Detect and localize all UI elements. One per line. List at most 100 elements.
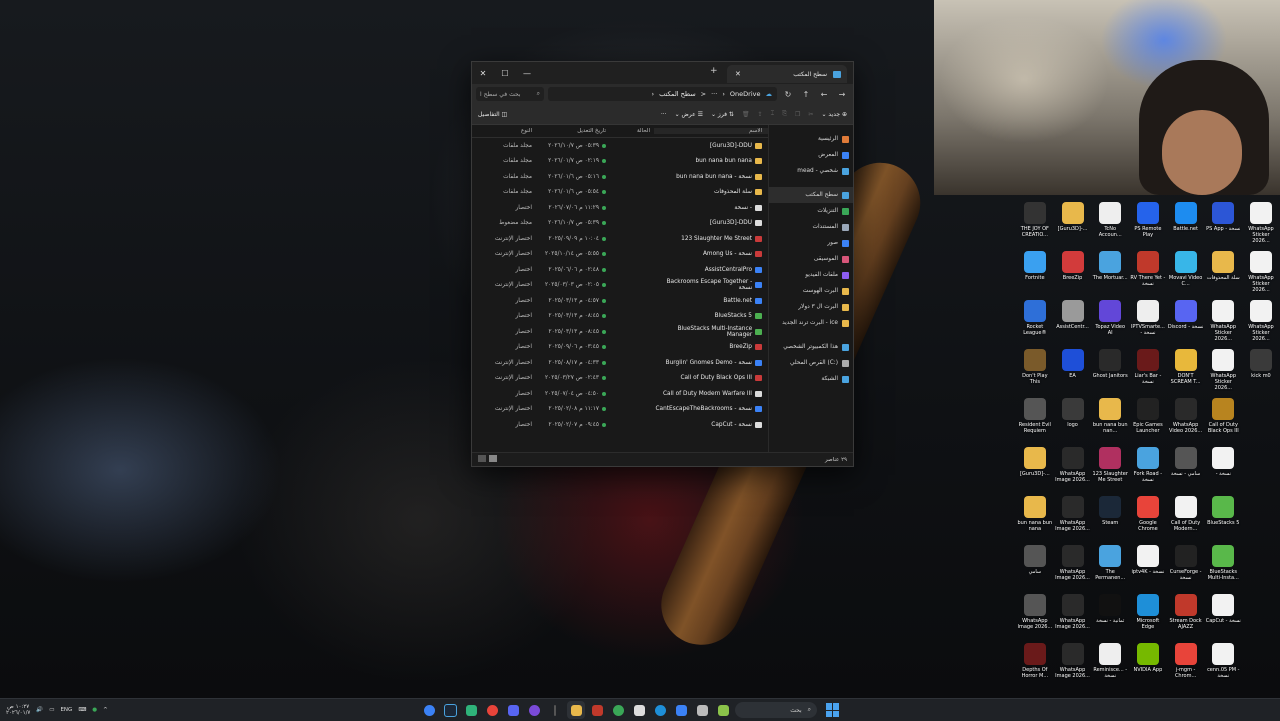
desktop-icon[interactable]: The Permanen... — [1091, 543, 1129, 592]
desktop-icon[interactable]: EA — [1054, 347, 1092, 396]
tray-overflow-icon[interactable]: ^ — [103, 707, 108, 713]
desktop-icon[interactable]: Liar's Bar - نسخة — [1129, 347, 1167, 396]
taskbar-app-discord[interactable] — [504, 701, 522, 719]
desktop-icon[interactable]: BreeZip — [1054, 249, 1092, 298]
desktop-icon[interactable]: Google Chrome — [1129, 494, 1167, 543]
desktop-icon[interactable]: CapCut - نسخة — [1204, 592, 1242, 641]
desktop-icon[interactable]: Fortnite — [1016, 249, 1054, 298]
desktop-icon[interactable]: WhatsApp Sticker 2026... — [1204, 298, 1242, 347]
file-name[interactable]: [Guru3D]-DDU — [654, 142, 768, 149]
sidebar-item-folder[interactable]: البرت ال ٣ دولار — [769, 299, 853, 315]
language-indicator[interactable]: ENG — [60, 707, 72, 713]
sidebar-item-folder[interactable]: البرت ترند الجديد - ice — [769, 315, 853, 331]
desktop-icon[interactable]: THE JOY OF CREATIO... — [1016, 200, 1054, 249]
view-button[interactable]: ⌄ عرض ☰ — [675, 111, 703, 118]
desktop-icon[interactable]: ثمانية - نسخة — [1091, 592, 1129, 641]
column-date-modified[interactable]: تاريخ التعديل — [538, 128, 610, 134]
file-row[interactable]: اختصار الإنترنت ٠٥:٥٥ ص ٢٠٢٥/١٠/١٤ Among U… — [472, 247, 768, 263]
see-more-button[interactable]: ··· — [661, 111, 667, 118]
file-name[interactable]: [Guru3D]-DDU — [654, 220, 768, 227]
close-window-button[interactable]: ✕ — [472, 62, 494, 84]
desktop-icon[interactable]: Call of Duty Black Ops III — [1204, 396, 1242, 445]
file-row[interactable]: اختصار الإنترنت ١٠:٠٤ م ٢٠٢٥/٠٩/٠٩ 123 Sla… — [472, 231, 768, 247]
desktop-icon[interactable]: WhatsApp Video 2026... — [1167, 396, 1205, 445]
desktop-icon[interactable]: [Guru3D]-... — [1054, 200, 1092, 249]
back-arrow-icon[interactable]: ← — [817, 90, 831, 99]
file-row[interactable]: اختصار ٠٩:٤٥ م ٢٠٢٥/٠٢/٠٧ CapCut - نسخة — [472, 417, 768, 433]
file-row[interactable]: اختصار الإنترنت ٠٤:٣٣ م ٢٠٢٥/٠٨/١٧ Burglin… — [472, 355, 768, 371]
sidebar-item-music[interactable]: الموسيقى — [769, 251, 853, 267]
desktop-icon[interactable]: Movavi Video C... — [1167, 249, 1205, 298]
sort-button[interactable]: ⌄ فرز ⇅ — [711, 111, 734, 118]
file-row[interactable]: مجلد ملفات ٠٥:١٦ ص ٢٠٢٦/٠١/٦ bun nana bun … — [472, 169, 768, 185]
taskbar-app-file-explorer[interactable] — [567, 701, 585, 719]
desktop-icon[interactable]: cenn.05 PM - نسخة — [1204, 641, 1242, 690]
details-view-icon[interactable] — [478, 455, 486, 462]
desktop-icon[interactable]: WhatsApp Sticker 2026... — [1204, 347, 1242, 396]
breadcrumb-onedrive[interactable]: OneDrive — [730, 90, 761, 98]
refresh-icon[interactable]: ↻ — [781, 90, 795, 99]
desktop-icon[interactable]: Call of Duty Modern... — [1167, 494, 1205, 543]
desktop-icon[interactable]: bun nana bun nana — [1016, 494, 1054, 543]
file-row[interactable]: اختصار ٠٨:٤٥ م ٢٠٢٥/٠٣/١٣ BlueStacks Multi… — [472, 324, 768, 340]
desktop-icon[interactable]: Don't Play This — [1016, 347, 1054, 396]
desktop-icon[interactable]: WhatsApp Image 2026... — [1054, 543, 1092, 592]
cut-icon[interactable]: ✂ — [808, 111, 813, 118]
taskbar-app-chrome-1[interactable] — [483, 701, 501, 719]
paste-icon[interactable]: ⎘ — [782, 110, 787, 118]
desktop-icon[interactable]: PS App - نسخة — [1204, 200, 1242, 249]
desktop-icon[interactable]: Microsoft Edge — [1129, 592, 1167, 641]
desktop-icon[interactable]: Topaz Video AI — [1091, 298, 1129, 347]
share-icon[interactable]: ⇪ — [758, 111, 763, 118]
desktop-icon[interactable]: BlueStacks Multi-Insta... — [1204, 543, 1242, 592]
sidebar-item-gallery[interactable]: المعرض — [769, 147, 853, 163]
breadcrumb-more[interactable]: ··· — [711, 90, 717, 98]
file-name[interactable]: CapCut - نسخة — [654, 421, 768, 428]
file-row[interactable]: اختصار ٠٤:٥٠ ص ٢٠٢٥/٠٧/٠٤ Call of Duty Mod… — [472, 386, 768, 402]
desktop-icon[interactable]: Ghost Janitors — [1091, 347, 1129, 396]
desktop-icon[interactable]: iptv4K - نسخة — [1129, 543, 1167, 592]
sidebar-item-drive[interactable]: القرص المحلي (C:) — [769, 355, 853, 371]
taskbar-app-task-view[interactable] — [693, 701, 711, 719]
address-bar[interactable]: › سطح المكتب > ··· › OneDrive ☁ — [548, 87, 777, 101]
desktop-icon[interactable]: سلة المحذوفات — [1204, 249, 1242, 298]
file-name[interactable]: نسخة - — [654, 204, 768, 211]
file-row[interactable]: مجلد ملفات ٠٢:١٩ ص ٢٠٢٦/٠١/٧ bun nana bun … — [472, 154, 768, 170]
start-button[interactable] — [826, 703, 840, 717]
rename-icon[interactable]: ⌶ — [771, 110, 775, 118]
tiles-view-icon[interactable] — [489, 455, 497, 462]
file-name[interactable]: Call of Duty Modern Warfare III — [654, 390, 768, 397]
sidebar-item-download[interactable]: التنزيلات — [769, 203, 853, 219]
copy-icon[interactable]: ❐ — [795, 111, 800, 118]
close-tab-icon[interactable]: ✕ — [735, 70, 741, 78]
desktop-icon[interactable]: Discord - نسخة — [1167, 298, 1205, 347]
file-row[interactable]: اختصار الإنترنت ٠٢:٠٥ ص ٢٠٢٥/٠٣/٠٣ Backroo… — [472, 278, 768, 294]
keyboard-icon[interactable]: ⌨ — [78, 707, 86, 713]
file-name[interactable]: bun nana bun nana — [654, 158, 768, 165]
desktop-icon[interactable]: سامي - نسخة — [1167, 445, 1205, 494]
file-name[interactable]: سلة المحذوفات — [654, 189, 768, 196]
desktop-icon[interactable]: Epic Games Launcher — [1129, 396, 1167, 445]
file-row[interactable]: اختصار الإنترنت ١١:١٧ م ٢٠٢٥/٠٢/٠٨ CantEsc… — [472, 402, 768, 418]
file-name[interactable]: Backrooms Escape Together - نسخة — [654, 279, 768, 291]
taskbar-app-copilot[interactable] — [420, 701, 438, 719]
desktop-icon[interactable]: Depths Of Horror M... — [1016, 641, 1054, 690]
file-row[interactable]: اختصار الإنترنت ٠٢:٤٣ ص ٢٠٢٥/٠٣/٢٧ Call of… — [472, 371, 768, 387]
file-name[interactable]: CantEscapeTheBackrooms - نسخة — [654, 406, 768, 413]
file-row[interactable]: اختصار ٠٢:٤٨ م ٢٠٢٥/٠٦/٠٦ AssistCentralPro — [472, 262, 768, 278]
desktop-icon[interactable]: BlueStacks 5 — [1204, 494, 1242, 543]
taskbar-app-widgets[interactable] — [714, 701, 732, 719]
taskbar-app-edge[interactable] — [651, 701, 669, 719]
desktop-icon[interactable]: - نسخة — [1204, 445, 1242, 494]
desktop-icon[interactable]: Battle.net — [1167, 200, 1205, 249]
file-row[interactable]: اختصار ١١:٢٩ م ٢٠٢٦/٠٧/٠٦ نسخة - — [472, 200, 768, 216]
microphone-icon[interactable]: ● — [92, 707, 97, 713]
sidebar-item-pc[interactable]: هذا الكمبيوتر الشخصي — [769, 339, 853, 355]
desktop-icon[interactable]: Fork Road - نسخة — [1129, 445, 1167, 494]
file-name[interactable]: BreeZip — [654, 344, 768, 351]
desktop-icon[interactable]: CurseForge - نسخة — [1167, 543, 1205, 592]
taskbar-search[interactable]: بحث ⌕ — [735, 702, 817, 718]
file-name[interactable]: BlueStacks 5 — [654, 313, 768, 320]
desktop-icon[interactable]: سامي — [1016, 543, 1054, 592]
minimize-window-button[interactable]: — — [516, 62, 538, 84]
